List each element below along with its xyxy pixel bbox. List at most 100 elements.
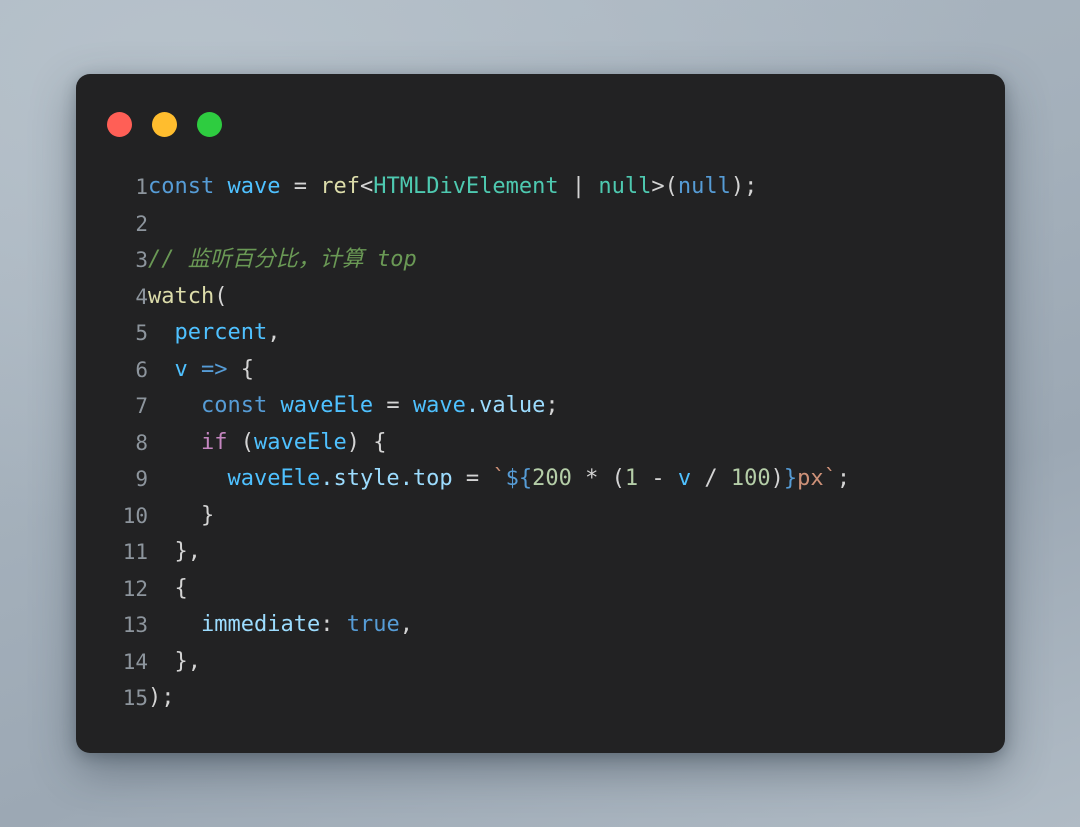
- code-line-content: [148, 206, 850, 243]
- line-number: 3: [135, 248, 148, 272]
- token-identifier-wave: wave: [412, 393, 466, 418]
- code-line: 2: [76, 206, 850, 243]
- token-identifier-waveele: waveEle: [227, 466, 321, 491]
- code-line-content: watch(: [148, 279, 850, 316]
- line-number: 7: [135, 394, 148, 418]
- line-number: 1: [135, 175, 148, 199]
- line-number: 13: [122, 613, 148, 637]
- token-property-top: .top: [399, 466, 453, 491]
- token-property-value: .value: [465, 393, 546, 418]
- token-arrow: =>: [187, 356, 241, 382]
- line-number: 10: [122, 503, 148, 528]
- token-type-htmldivelement: HTMLDivElement: [373, 174, 559, 199]
- token-number-100: 100: [730, 466, 771, 491]
- token-param-v: v: [174, 356, 188, 382]
- token-paren-close-brace: ) {: [346, 429, 387, 455]
- code-line: 12 {: [76, 571, 850, 608]
- token-type-null: null: [598, 174, 652, 199]
- token-union-pipe: |: [558, 174, 599, 199]
- code-line: 10 }: [76, 498, 850, 535]
- token-interpolation-close: }: [783, 466, 798, 491]
- token-operator-multiply: * (: [571, 466, 625, 491]
- token-identifier-waveele: waveEle: [267, 393, 374, 418]
- code-line: 6 v => {: [76, 352, 850, 389]
- token-function-watch: watch: [148, 283, 215, 309]
- token-string-px: px: [797, 466, 824, 491]
- code-line-content: // 监听百分比，计算 top: [148, 242, 850, 279]
- window-titlebar: [107, 112, 222, 137]
- code-line-content: const waveEle = wave.value;: [148, 388, 850, 425]
- code-line: 8 if (waveEle) {: [76, 425, 850, 462]
- token-comment-slashes: //: [148, 247, 188, 272]
- code-line-content: immediate: true,: [148, 607, 850, 644]
- code-line: 14 },: [76, 644, 850, 681]
- line-number: 6: [135, 357, 148, 382]
- line-number: 4: [135, 284, 148, 309]
- code-line-content: const wave = ref<HTMLDivElement | null>(…: [148, 169, 850, 206]
- code-line-content: },: [148, 534, 850, 571]
- token-operator-divide: /: [691, 466, 731, 491]
- token-comma: ,: [399, 612, 413, 637]
- token-angle-close: >(: [651, 174, 678, 199]
- token-brace-open: {: [174, 575, 188, 601]
- token-boolean-true: true: [346, 612, 400, 637]
- code-line: 7 const waveEle = wave.value;: [76, 388, 850, 425]
- token-comment-text: 监听百分比，计算 top: [187, 247, 417, 272]
- line-number: 8: [135, 430, 148, 455]
- line-number: 12: [122, 576, 148, 601]
- token-interpolation-open: ${: [505, 466, 533, 491]
- close-button[interactable]: [107, 112, 132, 137]
- code-snippet-window: 1 const wave = ref<HTMLDivElement | null…: [76, 74, 1005, 753]
- line-number: 14: [122, 649, 148, 674]
- token-number-200: 200: [532, 466, 572, 491]
- code-line: 5 percent,: [76, 315, 850, 352]
- code-line-content: percent,: [148, 315, 850, 352]
- code-line-content: }: [148, 498, 850, 535]
- token-keyword-const: const: [148, 174, 215, 199]
- token-property-style: .style: [320, 466, 400, 491]
- token-operator-assign: =: [280, 174, 321, 199]
- code-line-content: waveEle.style.top = `${200 * (1 - v / 10…: [148, 461, 850, 498]
- line-number: 5: [135, 321, 148, 345]
- maximize-button[interactable]: [197, 112, 222, 137]
- token-angle-open: <: [359, 174, 374, 199]
- token-paren-open: (: [214, 283, 228, 309]
- code-line-content: if (waveEle) {: [148, 425, 850, 462]
- token-comma: ,: [267, 320, 281, 345]
- token-param-v: v: [677, 466, 692, 491]
- minimize-button[interactable]: [152, 112, 177, 137]
- token-operator-minus: -: [638, 466, 678, 491]
- token-brace-close: },: [174, 648, 202, 674]
- line-number: 11: [122, 540, 148, 564]
- token-operator-assign: =: [452, 466, 493, 491]
- token-key-immediate: immediate: [200, 612, 321, 637]
- token-number-1: 1: [624, 466, 639, 491]
- token-backtick-open: `: [492, 466, 506, 491]
- token-function-ref: ref: [320, 174, 360, 199]
- desktop-wallpaper: 1 const wave = ref<HTMLDivElement | null…: [0, 0, 1080, 827]
- code-line: 11 },: [76, 534, 850, 571]
- line-number: 9: [135, 467, 148, 491]
- token-value-null: null: [677, 174, 731, 199]
- code-line-content: );: [148, 680, 850, 717]
- token-paren-close: ): [770, 466, 784, 491]
- code-editor[interactable]: 1 const wave = ref<HTMLDivElement | null…: [76, 169, 1005, 753]
- token-keyword-const: const: [200, 393, 268, 418]
- token-backtick-close: `: [823, 466, 837, 491]
- code-line: 9 waveEle.style.top = `${200 * (1 - v / …: [76, 461, 850, 498]
- token-identifier-waveele: waveEle: [253, 429, 347, 455]
- token-line-end: );: [730, 174, 758, 199]
- line-number: 2: [135, 211, 148, 236]
- token-identifier-wave: wave: [227, 174, 281, 199]
- code-line: 1 const wave = ref<HTMLDivElement | null…: [76, 169, 850, 206]
- code-line-content: {: [148, 571, 850, 608]
- token-semicolon: ;: [836, 466, 851, 491]
- code-table: 1 const wave = ref<HTMLDivElement | null…: [76, 169, 850, 717]
- token-brace-open: {: [240, 356, 254, 382]
- code-line: 13 immediate: true,: [76, 607, 850, 644]
- token-paren-open: (: [227, 429, 254, 455]
- token-brace-close: }: [200, 502, 215, 528]
- code-line: 4 watch(: [76, 279, 850, 316]
- token-keyword-if: if: [200, 429, 228, 455]
- token-identifier-percent: percent: [174, 320, 268, 345]
